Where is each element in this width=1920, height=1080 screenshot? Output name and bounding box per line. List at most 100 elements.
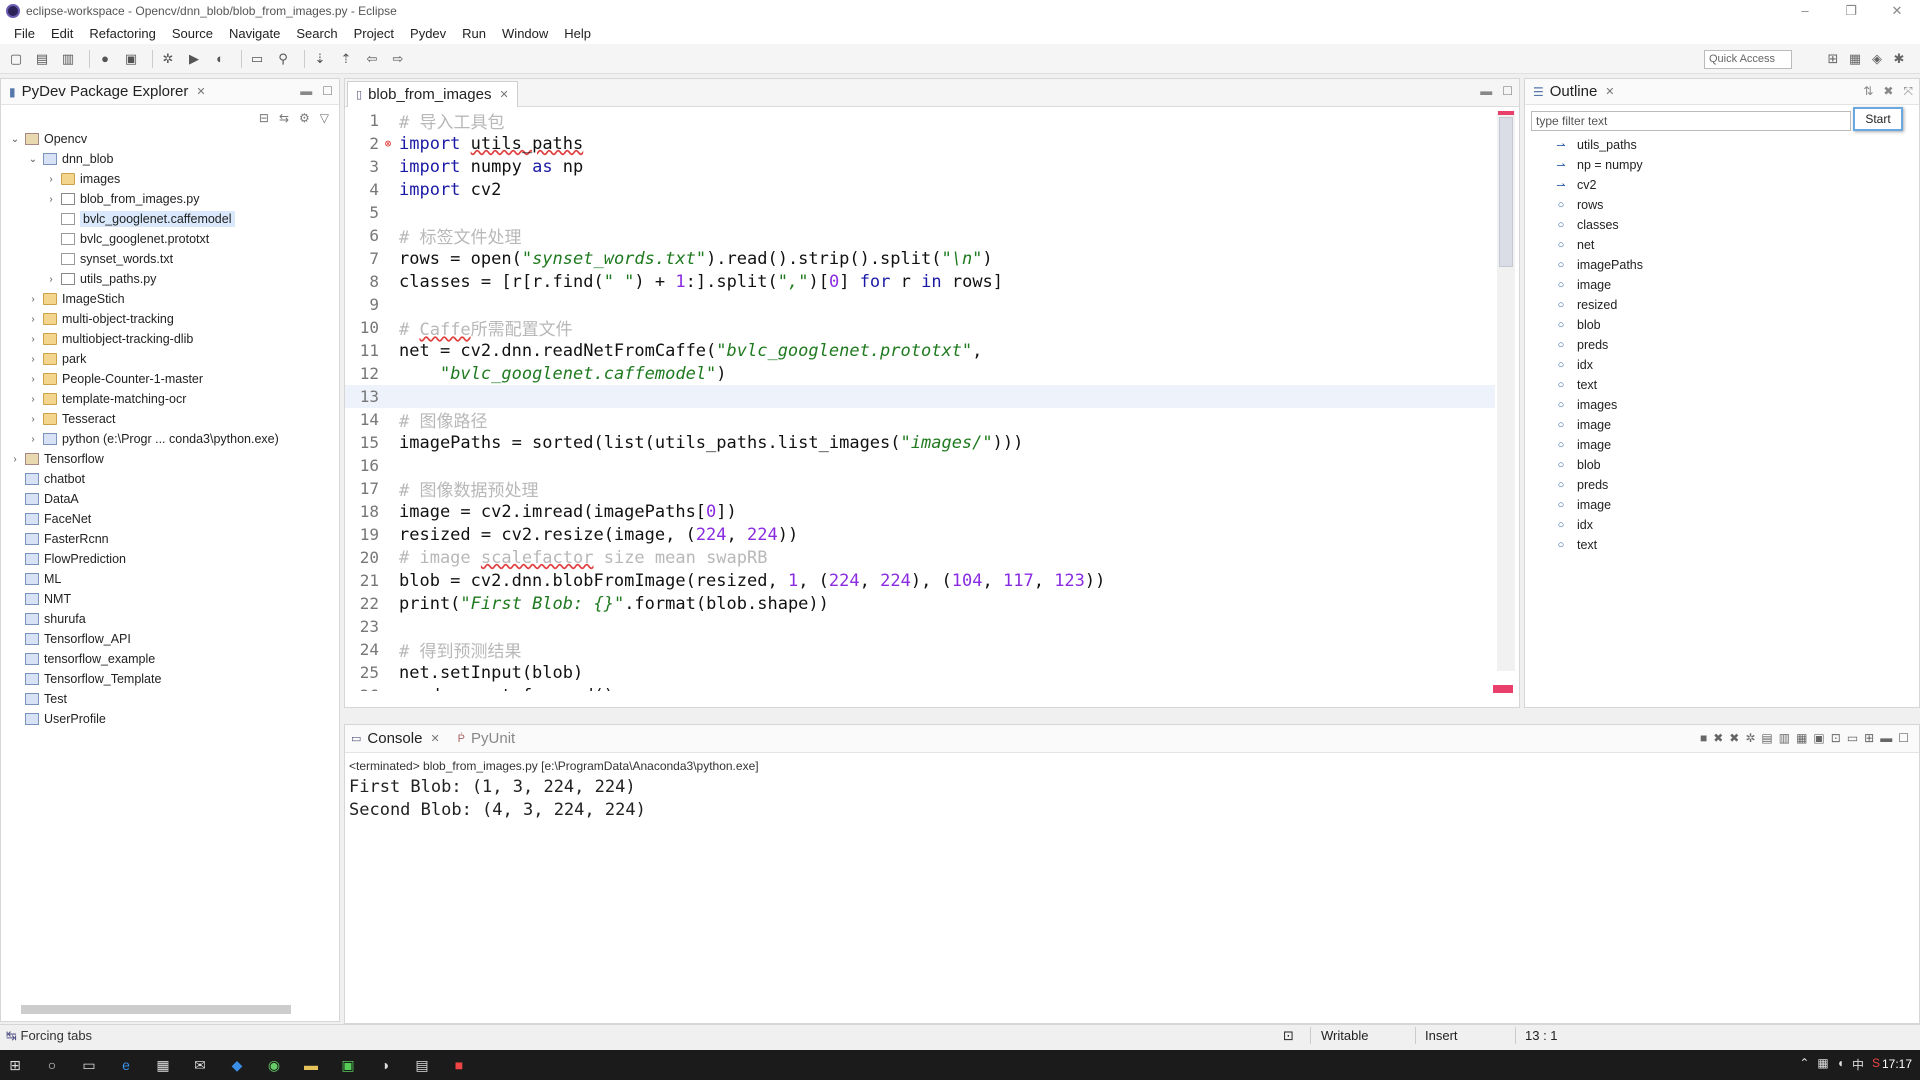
windows-start-icon[interactable]: ⊞: [0, 1052, 30, 1078]
close-button[interactable]: ✕: [1874, 0, 1920, 22]
code-line[interactable]: 6 # 标签文件处理: [345, 224, 1495, 248]
code-line[interactable]: 2 ⊗ import utils_paths: [345, 132, 1495, 155]
tree-item[interactable]: › multi-object-tracking: [1, 309, 339, 329]
ime-icon[interactable]: 中: [1852, 1056, 1864, 1073]
menu-edit[interactable]: Edit: [43, 26, 81, 41]
package-explorer-title[interactable]: PyDev Package Explorer: [22, 83, 189, 100]
tree-item[interactable]: › utils_paths.py: [1, 269, 339, 289]
collapse-all-icon[interactable]: ⊟: [259, 111, 269, 125]
code-line[interactable]: 22 print("First Blob: {}".format(blob.sha…: [345, 592, 1495, 615]
tab-console[interactable]: ▭ Console ✕: [351, 730, 440, 747]
expand-arrow-icon[interactable]: ›: [27, 334, 39, 345]
error-marker-icon[interactable]: ⊗: [381, 137, 395, 150]
menu-navigate[interactable]: Navigate: [221, 26, 288, 41]
code-line[interactable]: 10 # Caffe所需配置文件: [345, 316, 1495, 340]
expand-arrow-icon[interactable]: ›: [27, 414, 39, 425]
vscode-icon[interactable]: ◆: [222, 1052, 252, 1078]
editor-tab-blob-from-images[interactable]: ▯ blob_from_images ✕: [347, 81, 518, 107]
code-line[interactable]: 11 net = cv2.dnn.readNetFromCaffe("bvlc_g…: [345, 339, 1495, 362]
back-icon[interactable]: ⇦: [362, 50, 382, 68]
expand-arrow-icon[interactable]: ›: [9, 454, 21, 465]
search-icon[interactable]: ○: [37, 1052, 67, 1078]
expand-arrow-icon[interactable]: ›: [27, 314, 39, 325]
tree-item[interactable]: › template-matching-ocr: [1, 389, 339, 409]
new-icon[interactable]: ▢: [6, 50, 26, 68]
outline-item[interactable]: ○ idx: [1555, 515, 1643, 535]
debug-console-icon[interactable]: ✲: [1745, 731, 1755, 745]
outline-item[interactable]: ○ net: [1555, 235, 1643, 255]
menu-refactoring[interactable]: Refactoring: [81, 26, 163, 41]
volume-icon[interactable]: ◖: [1837, 1056, 1844, 1073]
expand-arrow-icon[interactable]: ›: [27, 374, 39, 385]
tree-item[interactable]: › python (e:\Progr ... conda3\python.exe): [1, 429, 339, 449]
outline-filter-input[interactable]: type filter text: [1531, 111, 1851, 131]
outline-title[interactable]: Outline: [1550, 83, 1598, 100]
save-icon[interactable]: ▤: [32, 50, 52, 68]
maximize-view-icon[interactable]: ☐: [1898, 731, 1909, 745]
tab-pyunit[interactable]: Ṗ PyUnit: [458, 730, 516, 747]
antivirus-icon[interactable]: S: [1872, 1056, 1880, 1073]
word-wrap-icon[interactable]: ▦: [1796, 731, 1807, 745]
terminate-icon[interactable]: ■: [1700, 731, 1707, 745]
show-on-output-icon[interactable]: ▣: [1813, 731, 1824, 745]
tree-item[interactable]: ML: [1, 569, 339, 589]
menu-search[interactable]: Search: [288, 26, 345, 41]
tree-item[interactable]: ⌄ Opencv: [1, 129, 339, 149]
code-line[interactable]: 25 net.setInput(blob): [345, 661, 1495, 684]
tree-item[interactable]: › park: [1, 349, 339, 369]
display-console-icon[interactable]: ▭: [1847, 731, 1858, 745]
expand-arrow-icon[interactable]: ›: [27, 434, 39, 445]
forward-icon[interactable]: ⇨: [388, 50, 408, 68]
outline-item[interactable]: ○ text: [1555, 375, 1643, 395]
code-line[interactable]: 19 resized = cv2.resize(image, (224, 224)…: [345, 523, 1495, 546]
code-line[interactable]: 8 classes = [r[r.find(" ") + 1:].split(",…: [345, 270, 1495, 293]
close-tab-icon[interactable]: ✕: [430, 732, 439, 745]
view-menu-icon[interactable]: ▽: [320, 111, 329, 125]
outline-item[interactable]: ○ rows: [1555, 195, 1643, 215]
quick-access-input[interactable]: Quick Access: [1704, 50, 1792, 69]
code-line[interactable]: 18 image = cv2.imread(imagePaths[0]): [345, 500, 1495, 523]
scroll-lock-icon[interactable]: ▥: [1779, 731, 1790, 745]
notepad-icon[interactable]: ▤: [407, 1052, 437, 1078]
tree-item[interactable]: synset_words.txt: [1, 249, 339, 269]
outline-item[interactable]: ○ images: [1555, 395, 1643, 415]
menu-project[interactable]: Project: [346, 26, 402, 41]
tree-item[interactable]: tensorflow_example: [1, 649, 339, 669]
mail-icon[interactable]: ✉: [185, 1052, 215, 1078]
tree-item[interactable]: › ImageStich: [1, 289, 339, 309]
insert-mode-status[interactable]: Insert: [1425, 1028, 1458, 1043]
code-line[interactable]: 26 preds = net.forward(): [345, 684, 1495, 692]
tree-item[interactable]: › blob_from_images.py: [1, 189, 339, 209]
tree-item[interactable]: FlowPrediction: [1, 549, 339, 569]
open-perspective-icon[interactable]: ⊞: [1822, 49, 1844, 69]
eclipse-taskbar-icon[interactable]: ◑: [370, 1052, 400, 1078]
tree-item[interactable]: chatbot: [1, 469, 339, 489]
editor-vscrollbar[interactable]: [1497, 111, 1515, 671]
debug-perspective-icon[interactable]: ✱: [1888, 49, 1910, 69]
store-icon[interactable]: ▦: [148, 1052, 178, 1078]
code-line[interactable]: 24 # 得到预测结果: [345, 638, 1495, 662]
outline-item[interactable]: ○ classes: [1555, 215, 1643, 235]
tree-item[interactable]: FaceNet: [1, 509, 339, 529]
editor-hscrollbar[interactable]: [389, 693, 1489, 707]
open-console-icon[interactable]: ▣: [121, 50, 141, 68]
pydev-perspective-icon[interactable]: ◈: [1866, 49, 1888, 69]
outline-item[interactable]: ⇀ np = numpy: [1555, 155, 1643, 175]
minimize-view-icon[interactable]: ▬: [1480, 84, 1492, 98]
search-icon[interactable]: ⚲: [273, 50, 293, 68]
outline-item[interactable]: ○ idx: [1555, 355, 1643, 375]
expand-arrow-icon[interactable]: ⌄: [9, 134, 21, 145]
error-overview-marker[interactable]: [1498, 111, 1514, 115]
close-tab-icon[interactable]: ✕: [196, 85, 205, 98]
outline-item[interactable]: ○ blob: [1555, 455, 1643, 475]
outline-item[interactable]: ○ imagePaths: [1555, 255, 1643, 275]
tray-arrow-icon[interactable]: ⌃: [1799, 1056, 1809, 1073]
close-tab-icon[interactable]: ✕: [1605, 85, 1614, 98]
code-line[interactable]: 17 # 图像数据预处理: [345, 477, 1495, 501]
remove-all-icon[interactable]: ✖: [1729, 731, 1739, 745]
link-editor-icon[interactable]: ⇆: [279, 111, 289, 125]
tree-item[interactable]: › images: [1, 169, 339, 189]
tree-item[interactable]: FasterRcnn: [1, 529, 339, 549]
pydev-icon[interactable]: ●: [95, 50, 115, 68]
maximize-view-icon[interactable]: ☐: [322, 84, 333, 98]
